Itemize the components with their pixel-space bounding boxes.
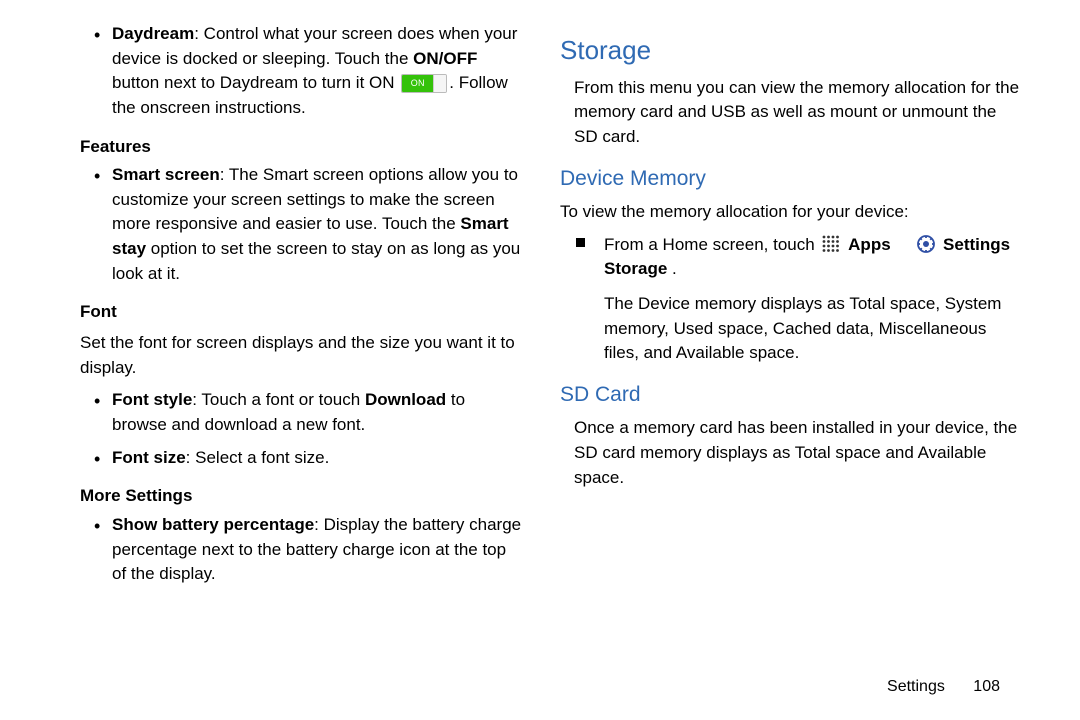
smart-screen-text2: option to set the screen to stay on as l… xyxy=(112,239,520,283)
on-toggle-label: ON xyxy=(402,75,433,92)
sd-card-title: SD Card xyxy=(560,380,1022,410)
download-label: Download xyxy=(365,390,446,409)
page-footer: Settings 108 xyxy=(887,675,1000,698)
storage-title: Storage xyxy=(560,32,1022,70)
page-spread: Daydream: Control what your screen does … xyxy=(0,0,1080,720)
font-style-label: Font style xyxy=(112,390,192,409)
apps-grid-icon xyxy=(822,235,840,253)
font-list: Font style: Touch a font or touch Downlo… xyxy=(80,388,522,470)
sd-card-body: Once a memory card has been installed in… xyxy=(560,416,1022,490)
font-heading: Font xyxy=(80,300,522,325)
battery-percentage-label: Show battery percentage xyxy=(112,515,314,534)
device-memory-intro: To view the memory allocation for your d… xyxy=(560,200,1022,225)
left-column: Daydream: Control what your screen does … xyxy=(40,22,540,698)
on-toggle-icon: ON xyxy=(401,74,447,93)
daydream-list: Daydream: Control what your screen does … xyxy=(80,22,522,121)
footer-page-number: 108 xyxy=(973,678,1000,695)
daydream-item: Daydream: Control what your screen does … xyxy=(80,22,522,121)
font-size-item: Font size: Select a font size. xyxy=(80,446,522,471)
font-size-text: : Select a font size. xyxy=(186,448,330,467)
apps-label: Apps xyxy=(848,235,891,254)
features-heading: Features xyxy=(80,135,522,160)
storage-label: Storage xyxy=(604,259,667,278)
settings-label: Settings xyxy=(943,235,1010,254)
font-size-label: Font size xyxy=(112,448,186,467)
settings-gear-icon xyxy=(917,235,935,253)
daydream-text2: button next to Daydream to turn it ON xyxy=(112,73,399,92)
step1-pre: From a Home screen, touch xyxy=(604,235,819,254)
device-memory-title: Device Memory xyxy=(560,164,1022,194)
step1-period: . xyxy=(667,259,676,278)
features-list: Smart screen: The Smart screen options a… xyxy=(80,163,522,286)
font-style-item: Font style: Touch a font or touch Downlo… xyxy=(80,388,522,437)
step-1: From a Home screen, touch Apps xyxy=(560,233,1022,366)
more-settings-list: Show battery percentage: Display the bat… xyxy=(80,513,522,587)
font-intro: Set the font for screen displays and the… xyxy=(80,331,522,380)
font-style-text1: : Touch a font or touch xyxy=(192,390,365,409)
on-toggle-knob xyxy=(433,75,446,92)
storage-intro: From this menu you can view the memory a… xyxy=(560,76,1022,150)
onoff-label: ON/OFF xyxy=(413,49,477,68)
smart-screen-item: Smart screen: The Smart screen options a… xyxy=(80,163,522,286)
battery-percentage-item: Show battery percentage: Display the bat… xyxy=(80,513,522,587)
device-memory-body: The Device memory displays as Total spac… xyxy=(604,292,1022,366)
smart-screen-label: Smart screen xyxy=(112,165,220,184)
more-settings-heading: More Settings xyxy=(80,484,522,509)
right-column: Storage From this menu you can view the … xyxy=(540,22,1040,698)
footer-section: Settings xyxy=(887,678,945,695)
daydream-label: Daydream xyxy=(112,24,194,43)
